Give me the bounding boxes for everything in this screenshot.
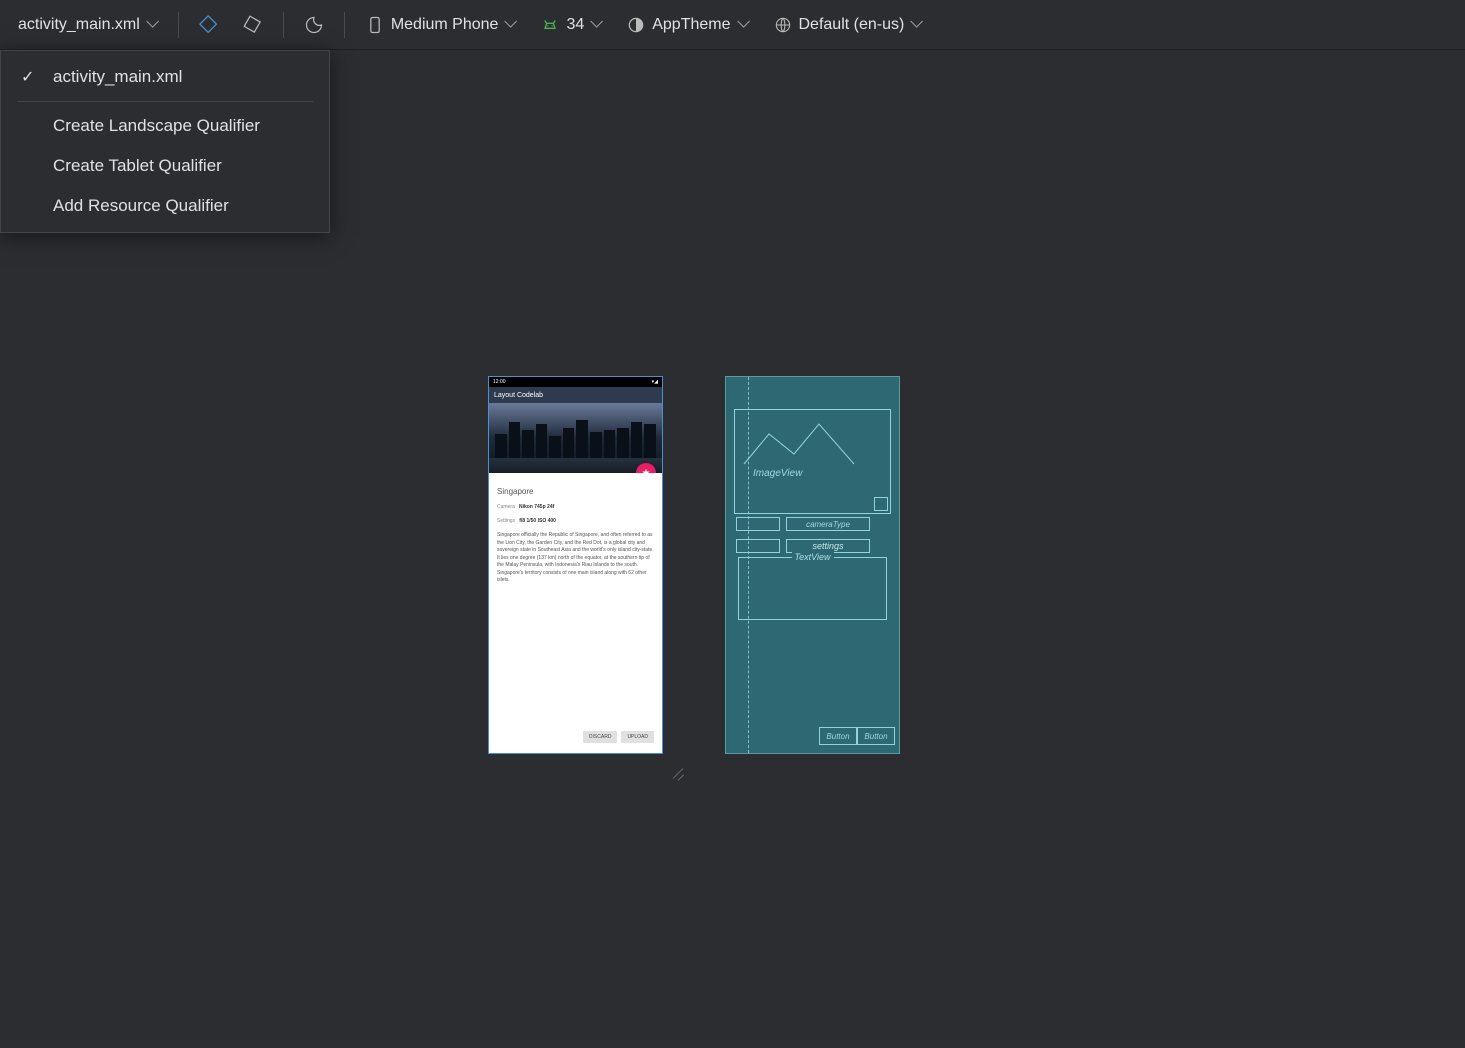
bottom-buttons: DISCARD UPLOAD: [583, 731, 654, 743]
orientation-button[interactable]: [235, 11, 271, 39]
locale-selector[interactable]: Default (en-us): [765, 11, 931, 39]
preview-resize-handle[interactable]: [665, 760, 685, 780]
bp-textview[interactable]: TextView: [738, 557, 887, 620]
device-selector[interactable]: Medium Phone: [357, 11, 525, 39]
chevron-down-icon: [910, 19, 922, 31]
description-text: Singapore officially the Republic of Sin…: [497, 532, 654, 585]
camera-label: Camera: [497, 504, 515, 510]
bp-camera-label[interactable]: [736, 517, 780, 531]
bp-label: TextView: [791, 552, 833, 562]
locale-label: Default (en-us): [799, 16, 905, 34]
night-mode-button[interactable]: [296, 11, 332, 39]
design-preview[interactable]: 12:00 ▾◢ Layout Codelab ★ Singapore Came…: [488, 376, 663, 754]
chevron-down-icon: [737, 19, 749, 31]
theme-label: AppTheme: [652, 16, 730, 34]
location-title: Singapore: [497, 487, 654, 496]
appbar-title: Layout Codelab: [494, 392, 543, 399]
dropdown-item-label: Create Landscape Qualifier: [53, 116, 260, 136]
status-icons: ▾◢: [652, 379, 658, 385]
status-bar: 12:00 ▾◢: [489, 377, 662, 387]
bp-imageview[interactable]: ImageView: [734, 409, 891, 514]
design-view-button[interactable]: [191, 11, 227, 39]
chevron-down-icon: [504, 19, 516, 31]
bp-label: Button: [826, 732, 849, 741]
blueprint-preview[interactable]: ImageView cameraType settings TextView B…: [725, 376, 900, 754]
settings-value: f/8 1/50 ISO 400: [519, 518, 556, 524]
chevron-down-icon: [590, 19, 602, 31]
dropdown-current-file[interactable]: activity_main.xml: [1, 57, 329, 97]
theme-selector[interactable]: AppTheme: [618, 11, 756, 39]
app-bar: Layout Codelab: [489, 387, 662, 403]
create-landscape-qualifier[interactable]: Create Landscape Qualifier: [1, 106, 329, 146]
skyline-graphic: [489, 418, 662, 458]
settings-row: Settings f/8 1/50 ISO 400: [497, 518, 654, 524]
bp-settings-value[interactable]: settings: [786, 539, 870, 553]
api-level-label: 34: [566, 16, 584, 34]
dropdown-item-label: activity_main.xml: [53, 67, 182, 87]
design-surface-icon: [199, 15, 219, 35]
bp-camera-value[interactable]: cameraType: [786, 517, 870, 531]
phone-icon: [365, 15, 385, 35]
bp-button-2[interactable]: Button: [857, 727, 895, 745]
file-variant-dropdown: activity_main.xml Create Landscape Quali…: [0, 50, 330, 233]
hero-image: ★: [489, 403, 662, 473]
content-area: Singapore Camera Nikon 745p 24f Settings…: [489, 473, 662, 585]
dropdown-item-label: Create Tablet Qualifier: [53, 156, 222, 176]
camera-row: Camera Nikon 745p 24f: [497, 504, 654, 510]
bp-label: settings: [812, 541, 843, 551]
layout-editor-toolbar: activity_main.xml Medium Phone 34: [0, 0, 1465, 50]
chevron-down-icon: [146, 19, 158, 31]
theme-icon: [626, 15, 646, 35]
globe-icon: [773, 15, 793, 35]
bp-settings-label[interactable]: [736, 539, 780, 553]
separator: [344, 12, 345, 38]
bp-label: cameraType: [806, 520, 850, 529]
create-tablet-qualifier[interactable]: Create Tablet Qualifier: [1, 146, 329, 186]
discard-button[interactable]: DISCARD: [583, 731, 618, 743]
moon-icon: [304, 15, 324, 35]
dropdown-item-label: Add Resource Qualifier: [53, 196, 229, 216]
settings-label: Settings: [497, 518, 515, 524]
separator: [178, 12, 179, 38]
separator: [17, 101, 313, 102]
bp-button-1[interactable]: Button: [819, 727, 857, 745]
rotate-icon: [243, 15, 263, 35]
resize-handle-icon[interactable]: [874, 497, 888, 511]
file-selector[interactable]: activity_main.xml: [10, 12, 166, 38]
file-name-label: activity_main.xml: [18, 16, 140, 34]
upload-button[interactable]: UPLOAD: [621, 731, 654, 743]
android-icon: [540, 15, 560, 35]
api-selector[interactable]: 34: [532, 11, 610, 39]
bp-label: Button: [864, 732, 887, 741]
status-time: 12:00: [493, 379, 506, 385]
image-placeholder-icon: [739, 414, 859, 474]
device-label: Medium Phone: [391, 16, 499, 34]
separator: [283, 12, 284, 38]
bp-label: ImageView: [753, 468, 802, 479]
camera-value: Nikon 745p 24f: [519, 504, 554, 510]
add-resource-qualifier[interactable]: Add Resource Qualifier: [1, 186, 329, 226]
